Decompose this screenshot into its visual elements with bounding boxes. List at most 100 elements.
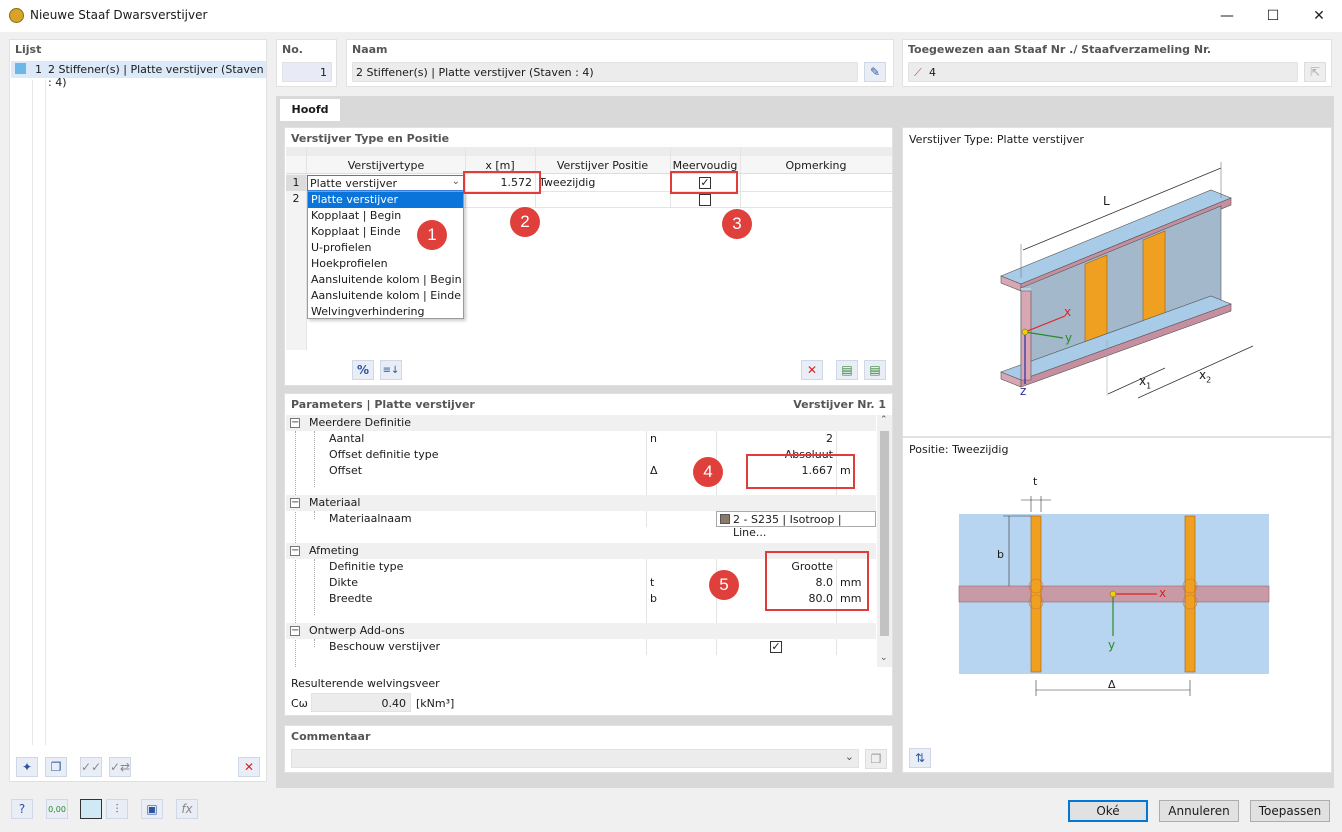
param-breedte-symbol: b xyxy=(650,592,657,605)
uncheck-all-icon[interactable]: ✓⇄ xyxy=(109,757,131,777)
resulting-value: 0.40 xyxy=(381,697,407,710)
material-select[interactable]: 2 - S235 | Isotroop | Line... xyxy=(716,511,876,539)
assigned-panel: Toegewezen aan Staaf Nr ./ Staafverzamel… xyxy=(902,39,1332,87)
tab-hoofd[interactable]: Hoofd xyxy=(280,99,340,121)
annotation-badge: 2 xyxy=(510,207,540,237)
export-icon[interactable]: ▤ xyxy=(864,360,886,380)
label-x2: x2 xyxy=(1199,368,1212,385)
naam-panel: Naam 2 Stiffener(s) | Platte verstijver … xyxy=(346,39,894,87)
copy-item-icon[interactable]: ❐ xyxy=(45,757,67,777)
highlight-x xyxy=(463,171,541,194)
preview-type-panel: Verstijver Type: Platte verstijver L x y xyxy=(902,127,1332,437)
comment-panel: Commentaar ⌄ ❐ xyxy=(284,725,893,773)
list-item[interactable]: 1 2 Stiffener(s) | Platte verstijver (St… xyxy=(11,61,266,89)
dropdown-option[interactable]: Welvingverhindering xyxy=(308,304,463,320)
dropdown-option[interactable]: Aansluitende kolom | Begin xyxy=(308,272,463,288)
no-field[interactable]: 1 xyxy=(282,62,332,82)
swap-view-icon[interactable]: ⇅ xyxy=(909,748,931,768)
param-aantal-value[interactable]: 2 xyxy=(718,432,833,445)
naam-label: Naam xyxy=(352,43,388,56)
assigned-field[interactable]: ⟋ 4 xyxy=(908,62,1298,82)
list-header: Lijst xyxy=(15,43,42,56)
axis-x-label: x xyxy=(1064,305,1072,319)
delete-item-icon[interactable]: ✕ xyxy=(238,757,260,777)
label-delta: Δ xyxy=(1108,678,1116,691)
edit-name-icon[interactable]: ✎ xyxy=(864,62,886,82)
color-icon[interactable] xyxy=(80,799,102,819)
ok-button[interactable]: Oké xyxy=(1068,800,1148,822)
param-offset: Offset xyxy=(329,464,363,477)
decimal-places-icon[interactable]: 0,00 xyxy=(46,799,68,819)
maximize-button[interactable]: ☐ xyxy=(1250,0,1296,32)
chevron-down-icon: ⌄ xyxy=(844,750,854,763)
parameters-title: Parameters | Platte verstijver xyxy=(291,398,475,411)
comment-input[interactable]: ⌄ xyxy=(291,749,859,768)
collapse-icon[interactable]: − xyxy=(290,418,300,428)
row-number-1: 1 xyxy=(286,175,306,191)
type-position-title: Verstijver Type en Positie xyxy=(291,132,450,145)
scroll-up-icon[interactable]: ⌃ xyxy=(880,415,888,425)
highlight-dimensions xyxy=(765,551,869,611)
sort-icon[interactable]: ≡↓ xyxy=(380,360,402,380)
new-item-icon[interactable]: ✦ xyxy=(16,757,38,777)
stiffener-position-diagram xyxy=(958,496,1270,696)
import-icon[interactable]: ▤ xyxy=(836,360,858,380)
param-dikte-symbol: t xyxy=(650,576,655,589)
dropdown-option[interactable]: Platte verstijver xyxy=(308,192,463,208)
units-icon[interactable]: ⫶ xyxy=(106,799,128,819)
dropdown-option[interactable]: Aansluitende kolom | Einde xyxy=(308,288,463,304)
label-t: t xyxy=(1033,475,1038,488)
comment-copy-icon[interactable]: ❐ xyxy=(865,749,887,769)
app-icon xyxy=(9,8,24,23)
param-breedte: Breedte xyxy=(329,592,373,605)
check-all-icon[interactable]: ✓✓ xyxy=(80,757,102,777)
param-definitie-type: Definitie type xyxy=(329,560,404,573)
param-offset-symbol: Δ xyxy=(650,464,658,477)
title-bar: Nieuwe Staaf Dwarsverstijver — ☐ ✕ xyxy=(0,0,1342,32)
naam-field[interactable]: 2 Stiffener(s) | Platte verstijver (Stav… xyxy=(352,62,858,82)
collapse-icon[interactable]: − xyxy=(290,498,300,508)
scroll-thumb[interactable] xyxy=(880,431,889,636)
multiple-checkbox-row2[interactable] xyxy=(699,194,711,206)
parameters-tree: − Meerdere Definitie Aantal n 2 Offset d… xyxy=(286,415,876,667)
collapse-icon[interactable]: − xyxy=(290,546,300,556)
beschouw-checkbox[interactable]: ✓ xyxy=(770,641,782,653)
parameters-scrollbar[interactable]: ⌃ ⌄ xyxy=(877,415,892,667)
percent-icon[interactable]: % xyxy=(352,360,374,380)
minimize-button[interactable]: — xyxy=(1204,0,1250,32)
scroll-down-icon[interactable]: ⌄ xyxy=(880,653,888,663)
dropdown-option[interactable]: Hoekprofielen xyxy=(308,256,463,272)
axis-y-label: y xyxy=(1108,638,1116,652)
type-dropdown-list[interactable]: Platte verstijver Kopplaat | Begin Koppl… xyxy=(307,191,464,319)
collapse-icon[interactable]: − xyxy=(290,626,300,636)
param-aantal-symbol: n xyxy=(650,432,657,445)
color-swatch xyxy=(15,63,26,74)
close-button[interactable]: ✕ xyxy=(1296,0,1342,32)
select-member-icon[interactable]: ⇱ xyxy=(1304,62,1326,82)
help-icon[interactable]: ? xyxy=(11,799,33,819)
position-value[interactable]: Tweezijdig xyxy=(539,176,595,189)
group-materiaal: Materiaal xyxy=(309,496,361,509)
resulting-unit: [kNm³] xyxy=(416,697,455,710)
group-meerdere-definitie: Meerdere Definitie xyxy=(309,416,411,429)
axis-x-label: x xyxy=(1159,586,1167,600)
assigned-value: 4 xyxy=(929,66,936,79)
no-value: 1 xyxy=(320,66,327,79)
label-L: L xyxy=(1103,194,1110,208)
type-select[interactable]: Platte verstijver ⌄ xyxy=(307,175,464,191)
label-b: b xyxy=(997,548,1004,561)
view-icon[interactable]: ▣ xyxy=(141,799,163,819)
parameters-stiffener-no: Verstijver Nr. 1 xyxy=(793,398,886,411)
cancel-button[interactable]: Annuleren xyxy=(1159,800,1239,822)
param-material-value: 2 - S235 | Isotroop | Line... xyxy=(733,513,842,539)
delete-row-icon[interactable]: ✕ xyxy=(801,360,823,380)
apply-button[interactable]: Toepassen xyxy=(1250,800,1330,822)
group-ontwerp-addons: Ontwerp Add-ons xyxy=(309,624,405,637)
col-verstijvertype: Verstijvertype xyxy=(347,159,425,172)
formula-icon[interactable]: fx xyxy=(176,799,198,819)
resulting-symbol: Cω xyxy=(291,697,308,710)
list-panel: Lijst 1 2 Stiffener(s) | Platte verstijv… xyxy=(9,39,267,782)
member-icon: ⟋ xyxy=(914,66,922,79)
param-beschouw: Beschouw verstijver xyxy=(329,640,441,653)
window-title: Nieuwe Staaf Dwarsverstijver xyxy=(30,8,208,22)
